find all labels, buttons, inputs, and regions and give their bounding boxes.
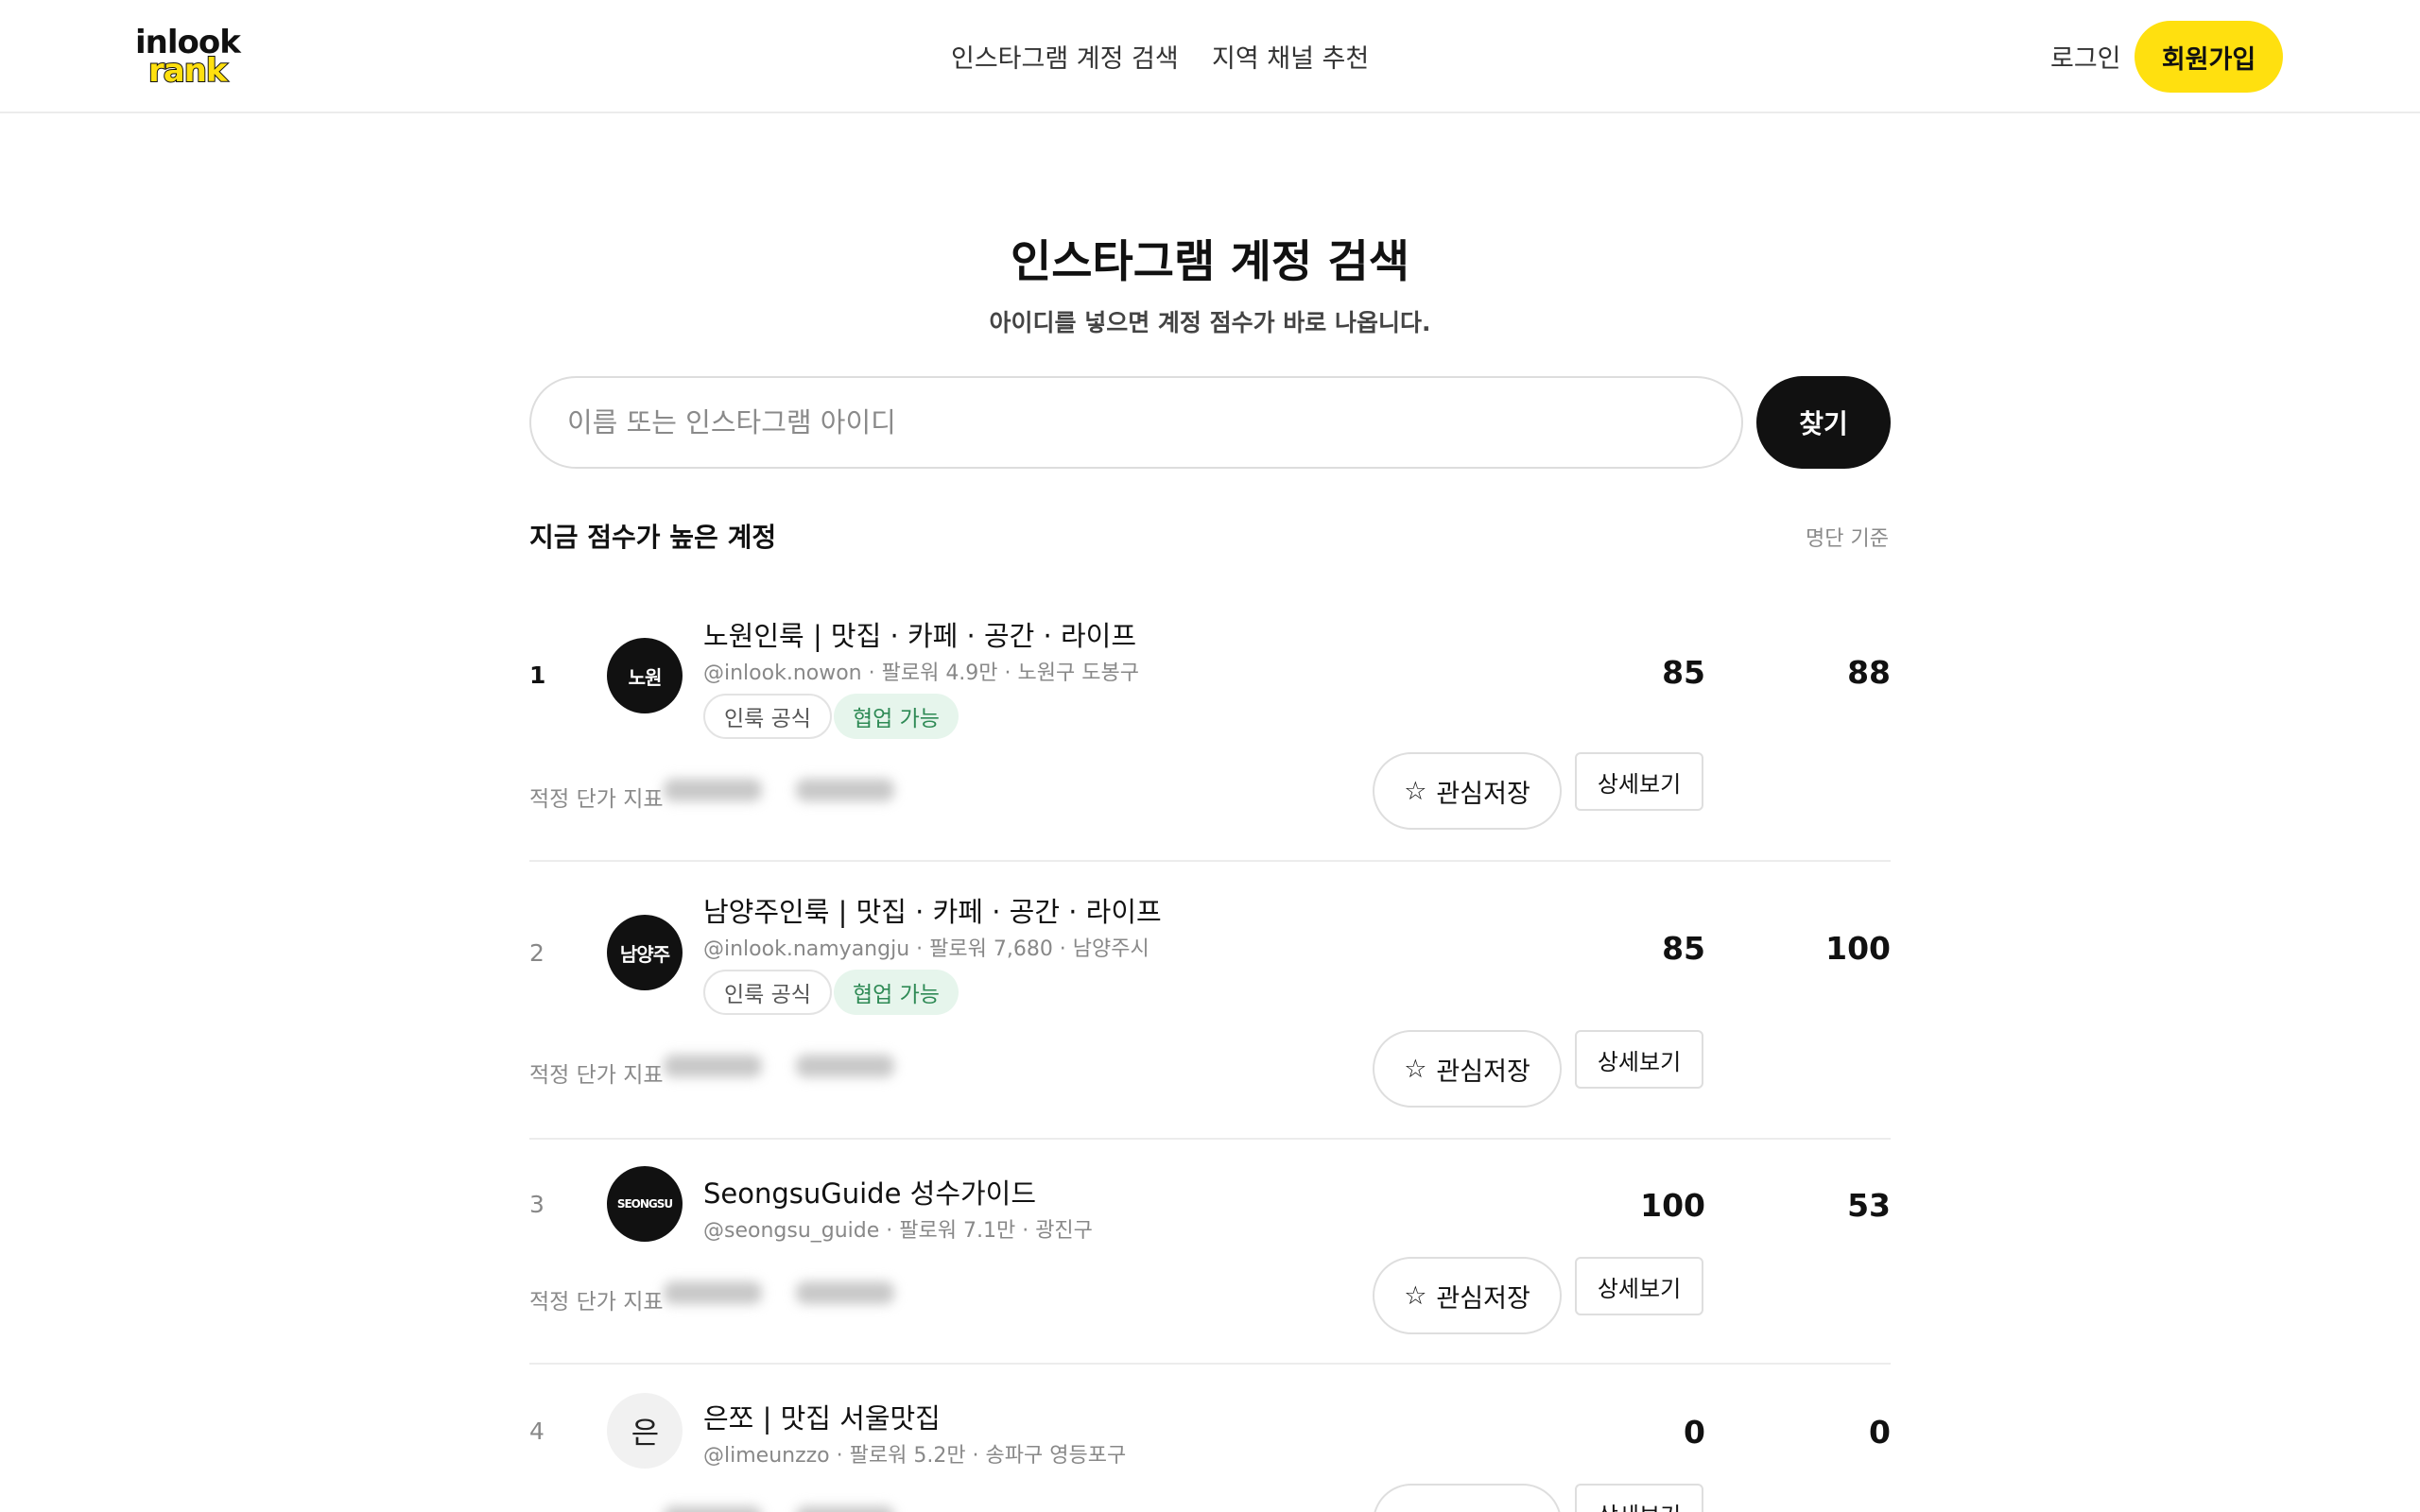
account-name[interactable]: 은쪼 | 맛집 서울맛집 <box>703 1397 941 1436</box>
section-note: 명단 기준 <box>1806 527 1889 551</box>
rank-number: 4 <box>529 1418 544 1445</box>
detail-button[interactable]: 상세보기 <box>1575 752 1703 811</box>
account-row: 1 노원 노원인룩 | 맛집 · 카페 · 공간 · 라이프 @inlook.n… <box>529 595 1891 862</box>
official-tag: 인룩 공식 <box>703 694 832 739</box>
price-indicator-label: 적정 단가 지표 <box>529 1063 664 1088</box>
star-outline-icon: ☆ <box>1404 1280 1427 1311</box>
account-avatar[interactable]: 노원 <box>607 638 683 713</box>
official-tag: 인룩 공식 <box>703 970 832 1015</box>
account-score-2: 88 <box>1847 654 1891 691</box>
price-indicator-blurred <box>664 1053 894 1081</box>
collab-tag: 협업 가능 <box>834 694 959 739</box>
account-meta: @inlook.nowon · 팔로워 4.9만 · 노원구 도봉구 <box>703 662 1139 685</box>
page-subtitle: 아이디를 넣으면 계정 점수가 바로 나옵니다. <box>989 309 1431 336</box>
account-row: 3 SEONGSU SeongsuGuide 성수가이드 @seongsu_gu… <box>529 1149 1891 1365</box>
nav-local-channel[interactable]: 지역 채널 추천 <box>1212 38 1369 75</box>
account-score-2: 100 <box>1825 930 1891 967</box>
price-indicator-label: 적정 단가 지표 <box>529 787 664 812</box>
account-row: 4 은 은쪼 | 맛집 서울맛집 @limeunzzo · 팔로워 5.2만 ·… <box>529 1374 1891 1512</box>
price-indicator-blurred <box>664 1504 894 1512</box>
account-score-1: 100 <box>1640 1187 1705 1224</box>
detail-button[interactable]: 상세보기 <box>1575 1484 1703 1512</box>
save-favorite-button[interactable]: ☆ 관심저장 <box>1373 1484 1562 1512</box>
nav-account-search[interactable]: 인스타그램 계정 검색 <box>951 38 1179 75</box>
save-favorite-button[interactable]: ☆ 관심저장 <box>1373 1030 1562 1108</box>
account-meta: @seongsu_guide · 팔로워 7.1만 · 광진구 <box>703 1219 1093 1243</box>
price-indicator-label: 적정 단가 지표 <box>529 1290 664 1314</box>
search-button[interactable]: 찾기 <box>1756 376 1891 469</box>
save-label: 관심저장 <box>1436 1283 1530 1314</box>
account-score-2: 0 <box>1869 1414 1891 1451</box>
rank-number: 2 <box>529 939 544 967</box>
account-avatar[interactable]: 남양주 <box>607 915 683 990</box>
account-name[interactable]: 노원인룩 | 맛집 · 카페 · 공간 · 라이프 <box>703 614 1136 654</box>
star-outline-icon: ☆ <box>1404 1054 1427 1084</box>
top-header: inlook rank 인스타그램 계정 검색 지역 채널 추천 로그인 회원가… <box>0 0 2420 113</box>
rank-number: 3 <box>529 1191 544 1218</box>
section-title: 지금 점수가 높은 계정 <box>529 522 777 553</box>
logo-text-bottom: rank <box>147 52 229 90</box>
account-avatar[interactable]: SEONGSU <box>607 1166 683 1242</box>
save-label: 관심저장 <box>1436 779 1530 809</box>
account-name[interactable]: SeongsuGuide 성수가이드 <box>703 1172 1036 1211</box>
save-label: 관심저장 <box>1436 1504 1530 1512</box>
account-meta: @limeunzzo · 팔로워 5.2만 · 송파구 영등포구 <box>703 1444 1127 1468</box>
account-avatar[interactable]: 은 <box>607 1393 683 1469</box>
account-score-2: 53 <box>1847 1187 1891 1224</box>
detail-button[interactable]: 상세보기 <box>1575 1030 1703 1089</box>
signup-button[interactable]: 회원가입 <box>2135 21 2283 93</box>
star-outline-icon: ☆ <box>1404 776 1427 806</box>
account-score-1: 85 <box>1662 930 1705 967</box>
price-indicator-blurred <box>664 1280 894 1308</box>
rank-number: 1 <box>529 662 546 689</box>
login-link[interactable]: 로그인 <box>2050 38 2121 75</box>
search-input[interactable] <box>529 376 1743 469</box>
detail-button[interactable]: 상세보기 <box>1575 1257 1703 1315</box>
save-favorite-button[interactable]: ☆ 관심저장 <box>1373 1257 1562 1334</box>
inlook-rank-logo[interactable]: inlook rank <box>135 26 268 90</box>
star-outline-icon: ☆ <box>1404 1508 1426 1512</box>
save-label: 관심저장 <box>1436 1057 1530 1087</box>
collab-tag: 협업 가능 <box>834 970 959 1015</box>
price-indicator-blurred <box>664 777 894 805</box>
save-favorite-button[interactable]: ☆ 관심저장 <box>1373 752 1562 830</box>
account-score-1: 85 <box>1662 654 1705 691</box>
account-row: 2 남양주 남양주인룩 | 맛집 · 카페 · 공간 · 라이프 @inlook… <box>529 871 1891 1140</box>
account-meta: @inlook.namyangju · 팔로워 7,680 · 남양주시 <box>703 937 1150 961</box>
page-title: 인스타그램 계정 검색 <box>1011 236 1409 288</box>
account-score-1: 0 <box>1684 1414 1705 1451</box>
account-name[interactable]: 남양주인룩 | 맛집 · 카페 · 공간 · 라이프 <box>703 890 1162 930</box>
